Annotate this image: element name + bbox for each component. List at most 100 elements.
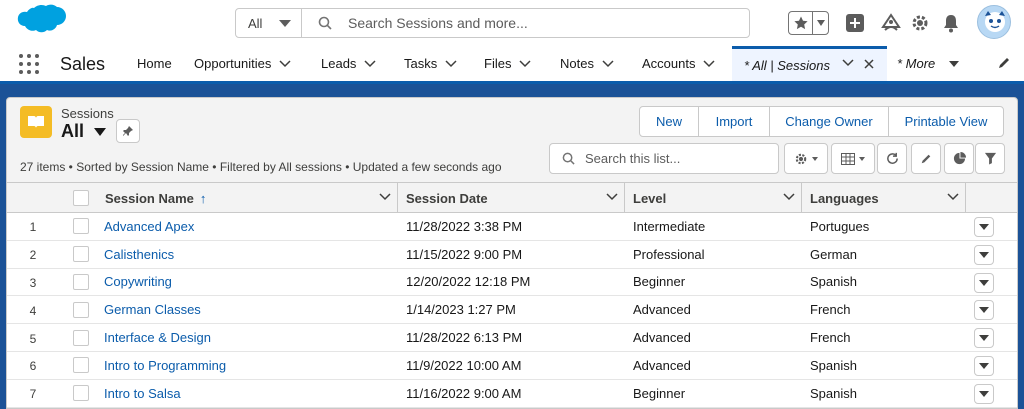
- row-checkbox[interactable]: [73, 218, 89, 235]
- nav-more-menu[interactable]: * More: [897, 46, 960, 81]
- chevron-down-icon[interactable]: [703, 59, 716, 68]
- chevron-down-icon[interactable]: [364, 59, 376, 68]
- table-row[interactable]: 2 Calisthenics 11/15/2022 9:00 PM Professio…: [7, 241, 1017, 269]
- list-settings-button[interactable]: [784, 143, 828, 174]
- app-launcher-icon[interactable]: [19, 54, 39, 74]
- nav-item-tasks[interactable]: Tasks: [404, 46, 457, 81]
- row-checkbox[interactable]: [73, 301, 89, 318]
- column-header-level[interactable]: Level: [625, 183, 802, 213]
- chevron-down-icon: [979, 362, 989, 369]
- list-view-selector[interactable]: All: [61, 121, 107, 142]
- search-scope-select[interactable]: All: [236, 9, 302, 37]
- session-date-cell: 11/16/2022 9:00 AM: [406, 385, 522, 401]
- session-name-link[interactable]: Intro to Programming: [104, 352, 226, 379]
- chevron-down-icon[interactable]: [445, 59, 457, 68]
- column-header-session-date[interactable]: Session Date: [398, 183, 625, 213]
- column-label: Session Date: [406, 190, 488, 206]
- column-header-session-name[interactable]: Session Name ↑: [97, 183, 398, 213]
- salesforce-cloud-logo[interactable]: [10, 3, 68, 43]
- table-row[interactable]: 4 German Classes 1/14/2023 1:27 PM Advanced…: [7, 296, 1017, 325]
- gear-icon[interactable]: [908, 11, 932, 35]
- session-name-link[interactable]: Calisthenics: [104, 241, 174, 268]
- printable-view-button[interactable]: Printable View: [889, 107, 1003, 136]
- app-name: Sales: [60, 54, 106, 74]
- level-cell: Advanced: [633, 357, 691, 373]
- row-checkbox[interactable]: [73, 385, 89, 402]
- table-body: 1 Advanced Apex 11/28/2022 3:38 PM Intermed…: [7, 213, 1017, 408]
- table-row[interactable]: 3 Copywriting 12/20/2022 12:18 PM Beginner S…: [7, 269, 1017, 297]
- nav-item-files[interactable]: Files: [484, 46, 531, 81]
- filter-button[interactable]: [975, 143, 1005, 174]
- change-owner-button[interactable]: Change Owner: [770, 107, 889, 136]
- pencil-icon[interactable]: [997, 56, 1011, 70]
- session-name-link[interactable]: Advanced Apex: [104, 213, 194, 240]
- edit-list-button[interactable]: [911, 143, 941, 174]
- level-cell: Advanced: [633, 330, 691, 346]
- session-name-link[interactable]: Copywriting: [104, 269, 172, 296]
- table-row[interactable]: 7 Intro to Salsa 11/16/2022 9:00 AM Beginne…: [7, 380, 1017, 408]
- row-checkbox[interactable]: [73, 273, 89, 290]
- trailhead-icon[interactable]: [879, 11, 903, 35]
- column-header-languages[interactable]: Languages: [802, 183, 966, 213]
- favorites-button[interactable]: [788, 11, 829, 35]
- add-icon[interactable]: [843, 11, 867, 35]
- languages-cell: Spanish: [810, 357, 857, 373]
- row-actions-button[interactable]: [974, 328, 994, 349]
- nav-item-accounts[interactable]: Accounts: [642, 46, 716, 81]
- avatar[interactable]: [977, 5, 1011, 39]
- row-checkbox[interactable]: [73, 246, 89, 263]
- row-actions-button[interactable]: [974, 244, 994, 265]
- nav-item-label: Leads: [321, 56, 357, 71]
- chevron-down-icon: [94, 127, 107, 136]
- favorites-dropdown[interactable]: [813, 12, 828, 34]
- chevron-down-icon[interactable]: [379, 193, 391, 201]
- chevron-down-icon[interactable]: [842, 59, 854, 67]
- chevron-down-icon[interactable]: [279, 59, 291, 68]
- close-icon[interactable]: [864, 59, 874, 69]
- row-actions-button[interactable]: [974, 217, 994, 237]
- row-checkbox[interactable]: [73, 357, 89, 374]
- table-row[interactable]: 5 Interface & Design 11/28/2022 6:13 PM Adv…: [7, 324, 1017, 352]
- search-input[interactable]: Search Sessions and more...: [302, 9, 749, 37]
- list-search-placeholder: Search this list...: [585, 151, 681, 166]
- nav-item-leads[interactable]: Leads: [321, 46, 376, 81]
- level-cell: Intermediate: [633, 218, 706, 234]
- pin-list-view-button[interactable]: [116, 119, 140, 143]
- row-actions-button[interactable]: [974, 300, 994, 321]
- tab-all-sessions[interactable]: * All | Sessions: [732, 46, 887, 81]
- chevron-down-icon[interactable]: [519, 59, 531, 68]
- bell-icon[interactable]: [939, 11, 963, 35]
- session-name-link[interactable]: Intro to Salsa: [104, 380, 181, 407]
- row-checkbox[interactable]: [73, 329, 89, 346]
- select-all-checkbox[interactable]: [73, 190, 89, 206]
- star-icon[interactable]: [789, 12, 813, 34]
- table-row[interactable]: 6 Intro to Programming 11/9/2022 10:00 AM A…: [7, 352, 1017, 380]
- row-actions-button[interactable]: [974, 355, 994, 376]
- row-actions-button[interactable]: [974, 272, 994, 293]
- nav-item-home[interactable]: Home: [137, 46, 172, 81]
- session-name-link[interactable]: German Classes: [104, 296, 201, 323]
- nav-item-notes[interactable]: Notes: [560, 46, 614, 81]
- row-number: 3: [29, 275, 37, 290]
- level-cell: Professional: [633, 246, 705, 262]
- chevron-down-icon[interactable]: [947, 193, 959, 201]
- chevron-down-icon[interactable]: [783, 193, 795, 201]
- chevron-down-icon[interactable]: [602, 59, 614, 68]
- chevron-down-icon: [979, 279, 989, 286]
- row-actions-button[interactable]: [974, 383, 994, 404]
- row-number: 4: [29, 303, 37, 318]
- display-as-button[interactable]: [831, 143, 875, 174]
- chevron-down-icon[interactable]: [606, 193, 618, 201]
- sort-ascending-icon: ↑: [199, 190, 207, 206]
- languages-cell: German: [810, 246, 857, 262]
- session-name-link[interactable]: Interface & Design: [104, 324, 211, 351]
- refresh-button[interactable]: [877, 143, 907, 174]
- session-date-cell: 11/9/2022 10:00 AM: [406, 357, 522, 373]
- list-actions: New Import Change Owner Printable View: [639, 106, 1004, 137]
- table-row[interactable]: 1 Advanced Apex 11/28/2022 3:38 PM Intermed…: [7, 213, 1017, 241]
- nav-item-opportunities[interactable]: Opportunities: [194, 46, 291, 81]
- list-search-input[interactable]: Search this list...: [549, 143, 779, 174]
- import-button[interactable]: Import: [699, 107, 770, 136]
- new-button[interactable]: New: [640, 107, 699, 136]
- charts-button[interactable]: [944, 143, 974, 174]
